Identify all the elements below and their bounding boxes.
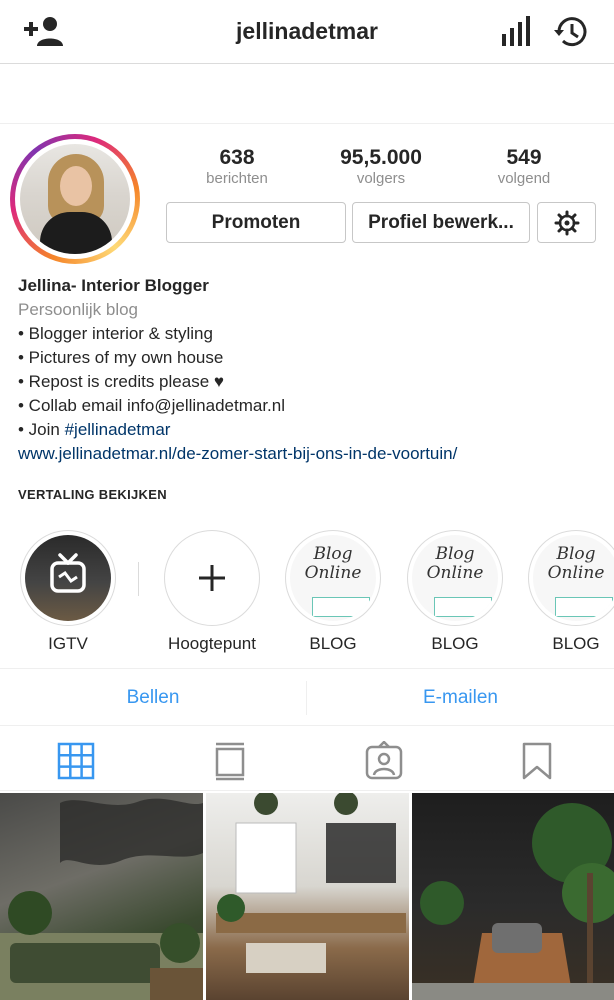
bio-line: • Pictures of my own house [18,348,224,367]
blog-cover-script: Blog Online [426,544,484,583]
feed-icon[interactable] [210,741,250,781]
insights-icon[interactable] [498,16,534,48]
gear-icon [554,210,580,241]
post-thumbnail[interactable] [0,793,203,1000]
bio-website-link[interactable]: www.jellinadetmar.nl/de-zomer-start-bij-… [18,442,608,466]
blog-cover-box [555,597,613,617]
settings-button[interactable] [537,202,596,243]
profile-avatar[interactable] [10,134,140,264]
avatar-photo [20,144,130,254]
followers-count-label: volgers [356,170,406,187]
grid-icon[interactable] [56,741,96,781]
story-highlights: IGTV Hoogtepunt Blog Online BLOG Blog On… [0,530,614,660]
avatar-border [15,139,135,259]
followers-count-value: 95,5.000 [340,146,422,169]
highlight-label: Hoogtepunt [168,634,256,653]
highlight-circle [164,530,260,626]
blog-cover: Blog Online [533,535,614,621]
posts-count-label: berichten [206,170,268,187]
profile-tabs [0,727,614,791]
avatar-face [60,166,92,206]
bio-line: • Collab email info@jellinadetmar.nl [18,396,286,415]
blog-cover-box [312,597,370,617]
email-button[interactable]: E-mailen [307,669,614,727]
call-button[interactable]: Bellen [0,669,306,727]
highlight-label: BLOG [431,634,479,653]
post-thumbnail[interactable] [412,793,614,1000]
blog-cover-script: Blog Online [547,544,605,583]
blog-cover: Blog Online [412,535,498,621]
highlight-circle: Blog Online [407,530,503,626]
highlight-blog[interactable]: Blog Online BLOG [279,530,387,654]
contact-bar: Bellen E-mailen [0,668,614,726]
posts-count-value: 638 [219,146,255,169]
highlight-label: BLOG [309,634,357,653]
following-count-label: volgend [497,170,551,187]
header-spacer [0,64,614,124]
bio-line: • Blogger interior & styling [18,324,213,343]
highlight-label: BLOG [552,634,600,653]
following-count-value: 549 [506,146,542,169]
highlight-blog[interactable]: Blog Online BLOG [401,530,509,654]
highlight-label: IGTV [48,634,88,653]
post-thumbnail[interactable] [206,793,409,1000]
plus-icon [169,535,255,621]
blog-cover-script: Blog Online [304,544,362,583]
tagged-icon[interactable] [364,740,404,781]
blog-cover: Blog Online [290,535,376,621]
highlight-new[interactable]: Hoogtepunt [158,530,266,654]
archive-icon[interactable] [552,14,590,50]
blog-cover-box [434,597,492,617]
bio-join-prefix: • Join [18,420,65,439]
highlight-circle [20,530,116,626]
posts-count[interactable]: 638 berichten [182,146,292,188]
profile-category: Persoonlijk blog [18,300,139,319]
edit-profile-button[interactable]: Profiel bewerk... [352,202,530,243]
avatar-body [40,212,112,254]
highlight-circle: Blog Online [285,530,381,626]
igtv-icon [50,553,86,593]
top-bar: jellinadetmar [0,0,614,64]
highlight-blog[interactable]: Blog Online BLOG [522,530,614,654]
promote-button[interactable]: Promoten [166,202,346,243]
followers-count[interactable]: 95,5.000 volgers [326,146,436,188]
igtv-cover [25,535,111,621]
highlight-divider [138,562,139,596]
highlight-circle: Blog Online [528,530,614,626]
posts-grid [0,793,614,1000]
saved-icon[interactable] [517,741,557,781]
profile-bio: Jellina- Interior Blogger Persoonlijk bl… [18,274,608,466]
bio-join-line: • Join #jellinadetmar [18,418,608,442]
bio-line: • Repost is credits please ♥ [18,372,224,391]
see-translation-link[interactable]: VERTALING BEKIJKEN [18,487,167,502]
display-name: Jellina- Interior Blogger [18,276,209,295]
highlight-igtv[interactable]: IGTV [14,530,122,654]
bio-hashtag[interactable]: #jellinadetmar [65,420,171,439]
following-count[interactable]: 549 volgend [469,146,579,188]
